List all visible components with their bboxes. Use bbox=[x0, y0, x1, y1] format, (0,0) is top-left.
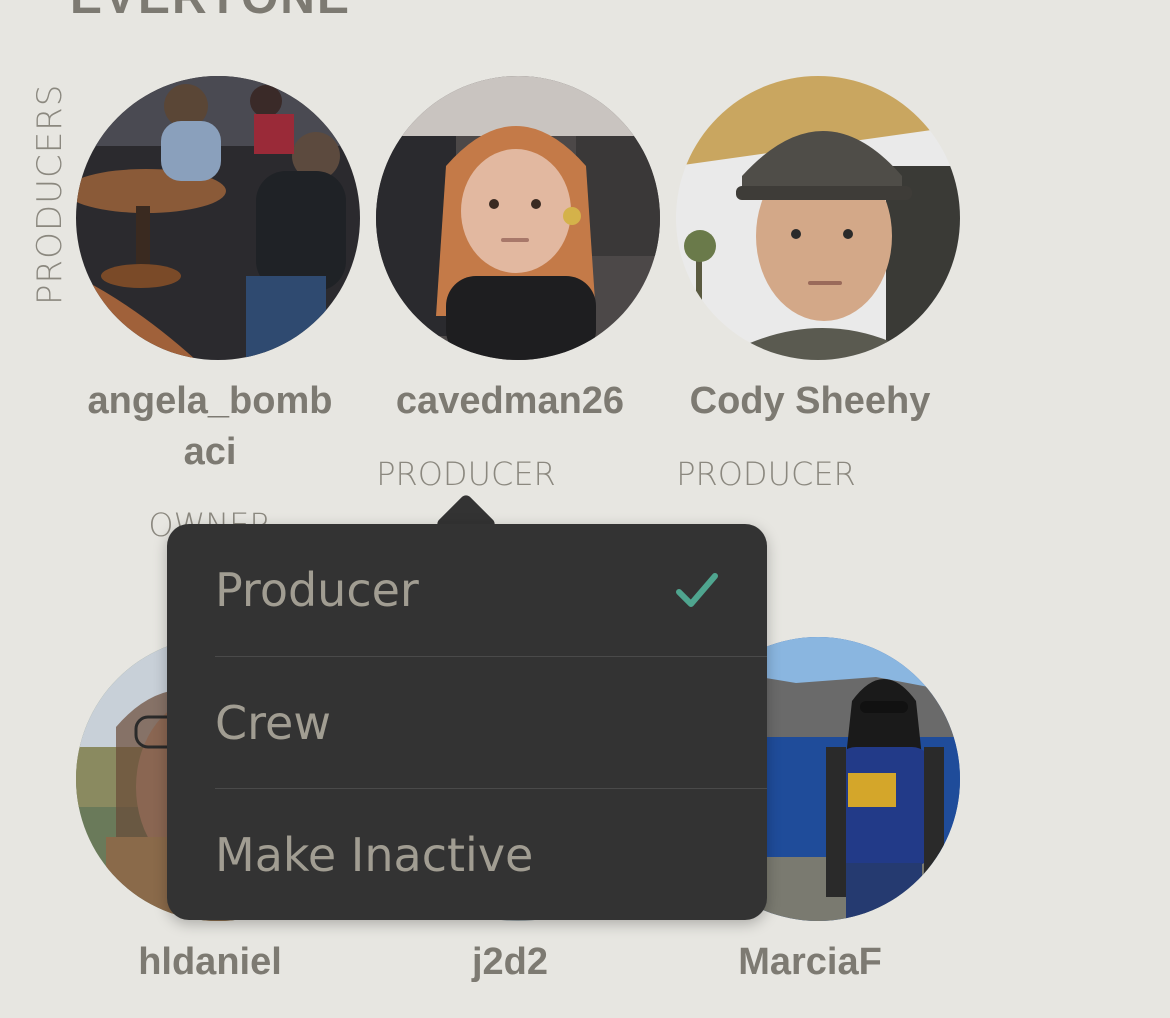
checkmark-icon bbox=[676, 573, 718, 607]
member-name-cavedman26: cavedman26 bbox=[395, 380, 625, 422]
member-role-cody-sheehy[interactable]: PRODUCER bbox=[616, 455, 916, 493]
member-name-cody-sheehy: Cody Sheehy bbox=[689, 380, 931, 422]
menu-item-label: Producer bbox=[215, 563, 419, 617]
member-role-cavedman26[interactable]: PRODUCER bbox=[316, 455, 616, 493]
menu-item-label: Crew bbox=[215, 696, 331, 750]
menu-item-producer[interactable]: Producer bbox=[215, 524, 767, 656]
section-label-producers: PRODUCERS bbox=[30, 83, 70, 305]
member-name-marciaf: MarciaF bbox=[738, 941, 882, 983]
role-menu-popup: Producer Crew Make Inactive bbox=[167, 524, 767, 920]
avatar-cavedman26[interactable] bbox=[376, 76, 660, 360]
member-name-angela-bombaci: angela_bomb aci bbox=[87, 380, 333, 473]
member-name-hldaniel: hldaniel bbox=[138, 941, 282, 983]
avatar-cody-sheehy[interactable] bbox=[676, 76, 960, 360]
avatar-angela-bombaci[interactable] bbox=[76, 76, 360, 360]
menu-item-crew[interactable]: Crew bbox=[215, 656, 767, 789]
menu-item-make-inactive[interactable]: Make Inactive bbox=[215, 788, 767, 921]
member-name-j2d2: j2d2 bbox=[471, 941, 549, 983]
page-title: EVERYONE bbox=[70, 0, 351, 25]
menu-item-label: Make Inactive bbox=[215, 828, 534, 882]
